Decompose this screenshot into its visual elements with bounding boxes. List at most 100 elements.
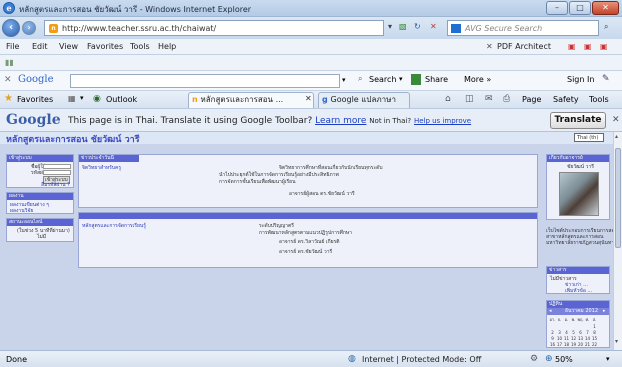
login-panel: เข้าสู่ระบบ ชื่อผู้ใช้ รหัสผ่าน เข้าสู่ร…	[6, 154, 74, 188]
mail-icon[interactable]: ✉	[485, 94, 493, 104]
status-text: Done	[6, 355, 28, 364]
page-scrollbar[interactable]: ▴ ▾	[613, 132, 622, 350]
dropdown-arrow-icon[interactable]: ▾	[388, 22, 392, 31]
calendar-day[interactable]: 16	[549, 341, 556, 347]
profile-photo	[559, 172, 599, 216]
google-search-input[interactable]	[70, 74, 340, 88]
news-panel-2-head	[79, 213, 537, 219]
news-2-link[interactable]: หลักสูตรและการจัดการเรียนรู้	[82, 223, 146, 229]
news-side-add-link[interactable]: เพิ่มหัวข้อ ...	[565, 288, 592, 294]
google-search-icon[interactable]: ⌕	[358, 74, 362, 84]
menu-view[interactable]: View	[59, 42, 78, 51]
calendar-day[interactable]: 11	[563, 335, 570, 341]
wrench-icon[interactable]: ✎	[602, 74, 610, 84]
refresh-icon[interactable]: ↻	[414, 22, 421, 31]
favorites-button[interactable]: Favorites	[17, 95, 53, 104]
works-panel-head: ผลงาน	[7, 193, 73, 200]
search-icon[interactable]: ⌕	[604, 22, 608, 32]
calendar-day[interactable]: 19	[570, 341, 577, 347]
calendar-day[interactable]: 12	[570, 335, 577, 341]
share-button[interactable]: Share	[425, 75, 448, 84]
calendar-prev-icon[interactable]: ◂	[549, 308, 552, 314]
calendar-weekday: อา.	[549, 317, 556, 322]
search-input[interactable]: AVG Secure Search	[447, 20, 599, 36]
tab-google-translate-label: Google แปลภาษา	[330, 95, 396, 104]
language-select[interactable]: Thai (th)	[574, 133, 604, 142]
scrollbar-thumb[interactable]	[615, 148, 621, 248]
minimize-button[interactable]: –	[546, 1, 568, 15]
calendar-day[interactable]: 17	[556, 341, 563, 347]
calendar-day[interactable]: 15	[591, 335, 598, 341]
works-panel: ผลงาน ผลงานเขียนต่าง ๆ ผลงานวิจัย	[6, 192, 74, 214]
calendar-day[interactable]: 10	[556, 335, 563, 341]
pdf-edit-icon[interactable]: ▣	[600, 42, 608, 51]
help-us-improve-link[interactable]: Help us improve	[414, 117, 471, 125]
scroll-down-icon[interactable]: ▾	[615, 338, 618, 345]
online-none-text: ไม่มี	[37, 234, 47, 240]
calendar-next-icon[interactable]: ▸	[603, 308, 606, 314]
tab-current[interactable]: n หลักสูตรและการสอน ...	[188, 92, 314, 108]
news-1-link[interactable]: จิตวิทยาสำหรับครู	[82, 165, 121, 171]
safety-menu[interactable]: Safety	[553, 95, 579, 104]
stop-icon[interactable]: ✕	[430, 22, 437, 31]
calendar-day[interactable]: 18	[563, 341, 570, 347]
scroll-up-icon[interactable]: ▴	[615, 133, 618, 140]
calendar-day[interactable]: 14	[584, 335, 591, 341]
learn-more-link[interactable]: Learn more	[315, 116, 366, 126]
home-icon[interactable]: ⌂	[445, 94, 451, 104]
search-dropdown-icon[interactable]: ▾	[399, 75, 403, 83]
menu-favorites[interactable]: Favorites	[87, 42, 123, 51]
password-field[interactable]	[43, 170, 71, 175]
outlook-link[interactable]: Outlook	[106, 95, 137, 104]
close-button[interactable]: ✕	[592, 1, 619, 15]
share-icon[interactable]	[411, 74, 421, 85]
close-toolbar-icon[interactable]: ✕	[4, 75, 12, 85]
compatibility-icon[interactable]: ▧	[399, 22, 407, 31]
tab-google-translate[interactable]: g Google แปลภาษา	[318, 92, 410, 108]
forward-button[interactable]: ›	[22, 21, 36, 35]
pdf-architect-label[interactable]: PDF Architect	[497, 42, 551, 51]
outlook-icon: ◉	[93, 94, 101, 104]
google-search-button[interactable]: Search	[369, 75, 396, 84]
calendar-month: ธันวาคม 2012	[565, 308, 599, 314]
tools-menu[interactable]: Tools	[589, 95, 609, 104]
tab-grid-icon[interactable]: ▦	[68, 94, 76, 103]
google-search-dropdown-icon[interactable]: ▾	[342, 76, 346, 84]
zoom-level[interactable]: 50%	[555, 355, 573, 364]
menu-help[interactable]: Help	[158, 42, 176, 51]
news-side-panel: ข่าวสาร ไม่มีข่าวสาร ข่าวเก่า ... เพิ่มห…	[546, 266, 610, 294]
sign-in-link[interactable]: Sign In	[567, 75, 594, 84]
news-2-body-3: อาจารย์ ดร.วิลาวัณย์ เกียรติ	[279, 239, 340, 245]
calendar-day[interactable]: 21	[584, 341, 591, 347]
pdf-convert-icon[interactable]: ▣	[584, 42, 592, 51]
pdf-close-icon[interactable]: ✕	[486, 42, 493, 51]
more-button[interactable]: More »	[464, 75, 491, 84]
page-menu[interactable]: Page	[522, 95, 541, 104]
forgot-password-link[interactable]: ลืมรหัสผ่าน ?	[41, 182, 70, 188]
zoom-dropdown-icon[interactable]: ▾	[606, 355, 610, 363]
calendar-day[interactable]: 13	[577, 335, 584, 341]
username-field[interactable]	[43, 164, 71, 169]
calendar-day[interactable]: 20	[577, 341, 584, 347]
calendar-day[interactable]: 22	[591, 341, 598, 347]
web-page: หลักสูตรและการสอน ชัยวัฒน์ วารี Thai (th…	[0, 132, 613, 350]
favorites-star-icon[interactable]: ★	[4, 93, 13, 104]
tab-close-icon[interactable]: ✕	[305, 94, 312, 103]
pdf-icon[interactable]: ▣	[568, 42, 576, 51]
tab-grid-dropdown-icon[interactable]: ▾	[80, 94, 84, 102]
translate-button[interactable]: Translate	[550, 112, 606, 129]
translate-close-icon[interactable]: ✕	[612, 115, 620, 125]
privacy-icon[interactable]: ⚙	[530, 354, 538, 364]
calendar-weekday: ส.	[592, 317, 597, 322]
works-link-research[interactable]: ผลงานวิจัย	[10, 208, 33, 214]
address-bar[interactable]: n http://www.teacher.ssru.ac.th/chaiwat/	[44, 20, 384, 36]
back-button[interactable]: ‹	[2, 19, 20, 37]
news-1-body-3: การจัดการชั้นเรียนเพื่อพัฒนาผู้เรียน	[219, 179, 296, 185]
menu-file[interactable]: File	[6, 42, 19, 51]
menu-tools[interactable]: Tools	[130, 42, 150, 51]
maximize-button[interactable]: □	[569, 1, 591, 15]
print-icon[interactable]: ⎙	[503, 94, 510, 104]
feeds-icon[interactable]: ◫	[465, 94, 474, 104]
menu-edit[interactable]: Edit	[32, 42, 48, 51]
security-zone-text[interactable]: Internet | Protected Mode: Off	[362, 355, 481, 364]
